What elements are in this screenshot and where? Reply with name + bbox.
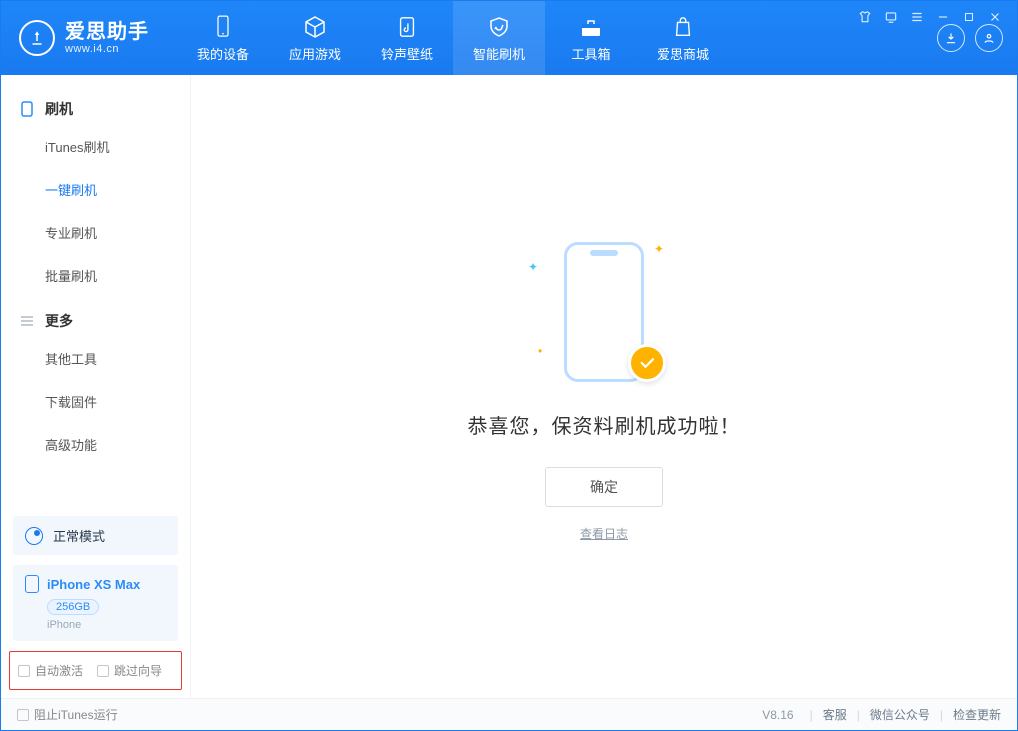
group-title: 更多 <box>45 311 73 331</box>
ok-button[interactable]: 确定 <box>545 467 663 507</box>
success-title: 恭喜您，保资料刷机成功啦！ <box>468 410 741 439</box>
mode-card[interactable]: 正常模式 <box>13 516 178 555</box>
app-title: 爱思助手 <box>65 21 149 43</box>
checkbox-label: 自动激活 <box>35 662 83 679</box>
refresh-shield-icon <box>486 14 512 40</box>
success-check-icon <box>628 344 666 382</box>
checkbox-icon <box>17 709 29 721</box>
sidebar-item-itunes-flash[interactable]: iTunes刷机 <box>1 125 190 168</box>
device-storage-badge: 256GB <box>47 599 99 615</box>
sidebar-group-flash: 刷机 <box>1 85 190 125</box>
footer-link-wechat[interactable]: 微信公众号 <box>870 706 930 723</box>
sidebar-item-advanced[interactable]: 高级功能 <box>1 423 190 466</box>
footer: 阻止iTunes运行 V8.16 | 客服 | 微信公众号 | 检查更新 <box>1 698 1017 730</box>
nav-label: 智能刷机 <box>473 44 525 63</box>
nav-label: 我的设备 <box>197 44 249 63</box>
sidebar-item-batch-flash[interactable]: 批量刷机 <box>1 254 190 297</box>
version-label: V8.16 <box>762 708 793 722</box>
device-phone-icon <box>25 575 39 593</box>
sidebar: 刷机 iTunes刷机 一键刷机 专业刷机 批量刷机 更多 其他工具 下载固件 … <box>1 75 191 698</box>
minimize-icon[interactable] <box>935 9 951 25</box>
checkbox-skip-wizard[interactable]: 跳过向导 <box>97 662 162 679</box>
mode-status-icon <box>25 527 43 545</box>
list-icon <box>19 313 35 329</box>
sidebar-bottom: 正常模式 iPhone XS Max 256GB iPhone <box>1 506 190 651</box>
nav-my-device[interactable]: 我的设备 <box>177 1 269 75</box>
toolbox-icon <box>578 14 604 40</box>
body: 刷机 iTunes刷机 一键刷机 专业刷机 批量刷机 更多 其他工具 下载固件 … <box>1 75 1017 698</box>
checkbox-icon <box>97 665 109 677</box>
mode-label: 正常模式 <box>53 526 105 545</box>
nav-label: 应用游戏 <box>289 44 341 63</box>
device-type: iPhone <box>47 619 166 631</box>
nav-smart-flash[interactable]: 智能刷机 <box>453 1 545 75</box>
nav-toolbox[interactable]: 工具箱 <box>545 1 637 75</box>
sidebar-nav: 刷机 iTunes刷机 一键刷机 专业刷机 批量刷机 更多 其他工具 下载固件 … <box>1 75 190 506</box>
footer-link-check-update[interactable]: 检查更新 <box>953 706 1001 723</box>
app-window: 爱思助手 www.i4.cn 我的设备 应用游戏 铃声壁纸 智能刷机 <box>0 0 1018 731</box>
sidebar-item-download-firmware[interactable]: 下载固件 <box>1 380 190 423</box>
device-name: iPhone XS Max <box>47 577 140 592</box>
checkbox-icon <box>18 665 30 677</box>
skin-icon[interactable] <box>857 9 873 25</box>
cube-icon <box>302 14 328 40</box>
download-manager-button[interactable] <box>937 24 965 52</box>
checkbox-block-itunes[interactable]: 阻止iTunes运行 <box>17 706 118 723</box>
account-button[interactable] <box>975 24 1003 52</box>
close-icon[interactable] <box>987 9 1003 25</box>
nav-ringtone-wallpaper[interactable]: 铃声壁纸 <box>361 1 453 75</box>
top-nav: 我的设备 应用游戏 铃声壁纸 智能刷机 工具箱 爱思商城 <box>177 1 729 75</box>
maximize-icon[interactable] <box>961 9 977 25</box>
sidebar-group-more: 更多 <box>1 297 190 337</box>
menu-icon[interactable] <box>909 9 925 25</box>
bag-icon <box>670 14 696 40</box>
highlighted-checkbox-row: 自动激活 跳过向导 <box>9 651 182 690</box>
feedback-icon[interactable] <box>883 9 899 25</box>
checkbox-label: 阻止iTunes运行 <box>34 706 118 723</box>
checkbox-label: 跳过向导 <box>114 662 162 679</box>
device-card[interactable]: iPhone XS Max 256GB iPhone <box>13 565 178 641</box>
nav-label: 爱思商城 <box>657 44 709 63</box>
logo: 爱思助手 www.i4.cn <box>1 1 167 75</box>
view-log-link[interactable]: 查看日志 <box>580 525 628 542</box>
checkbox-auto-activate[interactable]: 自动激活 <box>18 662 83 679</box>
music-file-icon <box>394 14 420 40</box>
logo-badge-icon <box>19 20 55 56</box>
header: 爱思助手 www.i4.cn 我的设备 应用游戏 铃声壁纸 智能刷机 <box>1 1 1017 75</box>
nav-label: 工具箱 <box>571 44 610 63</box>
sidebar-item-other-tools[interactable]: 其他工具 <box>1 337 190 380</box>
app-site: www.i4.cn <box>65 43 149 55</box>
sidebar-item-pro-flash[interactable]: 专业刷机 <box>1 211 190 254</box>
group-title: 刷机 <box>45 99 73 119</box>
sidebar-item-one-click-flash[interactable]: 一键刷机 <box>1 168 190 211</box>
device-icon <box>210 14 236 40</box>
nav-apps-games[interactable]: 应用游戏 <box>269 1 361 75</box>
phone-outline-icon <box>19 101 35 117</box>
main-content: ✦ ✦ • 恭喜您，保资料刷机成功啦！ 确定 查看日志 <box>191 75 1017 698</box>
window-controls <box>857 9 1003 25</box>
nav-label: 铃声壁纸 <box>381 44 433 63</box>
nav-store[interactable]: 爱思商城 <box>637 1 729 75</box>
success-illustration: ✦ ✦ • <box>494 232 714 392</box>
footer-link-support[interactable]: 客服 <box>823 706 847 723</box>
